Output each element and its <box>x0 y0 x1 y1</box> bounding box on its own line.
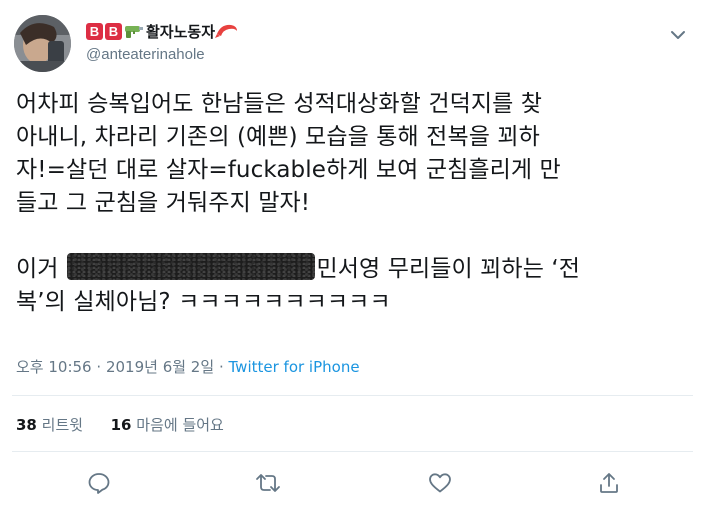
like-label: 마음에 들어요 <box>136 416 224 434</box>
avatar[interactable] <box>14 15 71 72</box>
retweet-label: 리트윗 <box>41 416 84 434</box>
tweet-meta: 오후 10:56 · 2019년 6월 2일 · Twitter for iPh… <box>16 356 360 377</box>
retweet-stat[interactable]: 38 리트윗 <box>16 416 83 434</box>
like-stat[interactable]: 16 마음에 들어요 <box>111 416 224 434</box>
b-badge-1: B <box>86 22 103 40</box>
tweet-date[interactable]: 2019년 6월 2일 <box>106 358 214 376</box>
reply-button[interactable] <box>86 470 112 496</box>
shrimp-icon <box>215 24 238 38</box>
divider-bottom <box>12 451 693 452</box>
tweet-line-4: 들고 그 군침을 거둬주지 말자! <box>16 190 311 216</box>
tweet-line-5-prefix: 이거 <box>16 256 59 282</box>
reply-icon <box>88 473 110 494</box>
tweet-line-6: 복’의 실체아님? ㅋㅋㅋㅋㅋㅋㅋㅋㅋㅋ <box>16 289 391 315</box>
divider-top <box>12 395 693 396</box>
water-pistol-icon <box>125 26 143 38</box>
avatar-photo-icon <box>14 15 71 72</box>
author-handle[interactable]: @anteaterinahole <box>86 46 205 63</box>
tweet-line-1: 어차피 승복입어도 한남들은 성적대상화할 건덕지를 찾 <box>16 91 543 117</box>
action-bar <box>0 470 705 500</box>
meta-separator-1: · <box>96 358 102 376</box>
redacted-block <box>66 253 315 280</box>
tweet-line-3: 자!=살던 대로 살자=fuckable하게 보여 군침흘리게 만 <box>16 157 561 183</box>
tweet-source[interactable]: Twitter for iPhone <box>229 358 360 376</box>
like-button[interactable] <box>427 470 453 496</box>
tweet-text: 어차피 승복입어도 한남들은 성적대상화할 건덕지를 찾 아내니, 차라리 기존… <box>16 88 696 319</box>
share-button[interactable] <box>596 470 622 496</box>
tweet-time[interactable]: 오후 10:56 <box>16 358 92 376</box>
tweet-card: B B 활자노동자 @anteaterinahole 어차피 승복입어도 한남들… <box>0 0 705 522</box>
like-icon <box>429 473 451 493</box>
share-icon <box>600 473 618 493</box>
retweet-icon <box>256 474 280 492</box>
tweet-header: B B 활자노동자 @anteaterinahole <box>12 12 693 72</box>
b-badge-2: B <box>105 22 122 40</box>
chevron-down-icon[interactable] <box>669 26 687 44</box>
tweet-line-5: 이거 민서영 무리들이 꾀하는 ‘전 <box>16 253 696 286</box>
tweet-line-2: 아내니, 차라리 기존의 (예쁜) 모습을 통해 전복을 꾀하 <box>16 124 540 150</box>
like-count: 16 <box>110 416 132 434</box>
tweet-line-5-suffix: 민서영 무리들이 꾀하는 ‘전 <box>316 256 581 282</box>
meta-separator-2: · <box>218 358 224 376</box>
retweet-button[interactable] <box>255 470 281 496</box>
display-name-line[interactable]: B B 활자노동자 <box>86 20 239 42</box>
retweet-count: 38 <box>16 416 37 434</box>
display-name: 활자노동자 <box>146 22 216 41</box>
tweet-stats: 38 리트윗 16 마음에 들어요 <box>16 414 224 435</box>
